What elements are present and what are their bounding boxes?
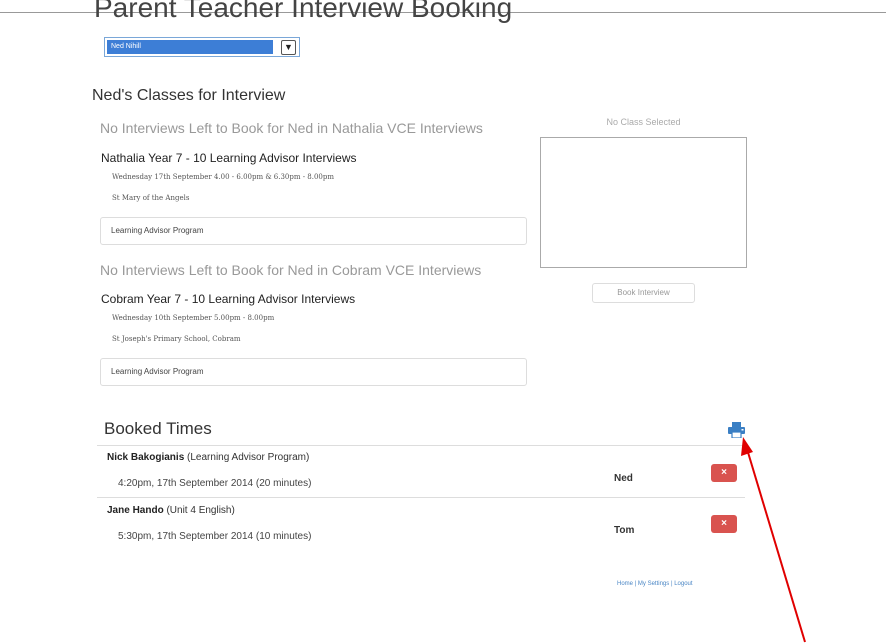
booking-teacher: Nick Bakogianis (Learning Advisor Progra… — [107, 452, 309, 463]
divider — [97, 497, 745, 498]
home-link[interactable]: Home — [617, 581, 633, 587]
teacher-name: Jane Hando — [107, 505, 164, 516]
interview-times-panel[interactable] — [540, 137, 747, 268]
class-title: Cobram Year 7 - 10 Learning Advisor Inte… — [101, 292, 356, 306]
subject-item[interactable]: Learning Advisor Program — [100, 358, 527, 386]
class-title: Nathalia Year 7 - 10 Learning Advisor In… — [101, 151, 357, 165]
delete-booking-button[interactable]: × — [711, 515, 737, 533]
class-date: Wednesday 17th September 4.00 - 6.00pm &… — [112, 173, 334, 181]
booking-child: Ned — [614, 473, 633, 484]
delete-booking-button[interactable]: × — [711, 464, 737, 482]
class-date: Wednesday 10th September 5.00pm - 8.00pm — [112, 314, 275, 322]
logout-link[interactable]: Logout — [674, 581, 692, 587]
booking-subject: (Unit 4 English) — [163, 505, 235, 516]
book-interview-button[interactable]: Book Interview — [592, 283, 695, 303]
no-interviews-notice: No Interviews Left to Book for Ned in Co… — [100, 262, 482, 278]
booking-subject: (Learning Advisor Program) — [184, 452, 310, 463]
class-location: St Mary of the Angels — [112, 194, 190, 202]
footer-links: Home | My Settings | Logout — [617, 581, 693, 587]
no-class-selected-label: No Class Selected — [606, 117, 681, 127]
class-location: St Joseph's Primary School, Cobram — [112, 335, 241, 343]
booked-times-heading: Booked Times — [104, 419, 212, 438]
page-title: Parent Teacher Interview Booking — [94, 0, 513, 23]
printer-icon[interactable] — [728, 422, 745, 438]
divider — [97, 445, 745, 446]
my-settings-link[interactable]: My Settings — [638, 581, 669, 587]
booking-time: 4:20pm, 17th September 2014 (20 minutes) — [118, 478, 312, 489]
booking-teacher: Jane Hando (Unit 4 English) — [107, 505, 235, 516]
student-select-value: Ned Nihill — [107, 40, 273, 54]
teacher-name: Nick Bakogianis — [107, 452, 185, 463]
booking-time: 5:30pm, 17th September 2014 (10 minutes) — [118, 531, 312, 542]
student-select[interactable]: Ned Nihill ▼ — [104, 37, 300, 57]
booking-child: Tom — [614, 525, 635, 536]
chevron-down-icon[interactable]: ▼ — [281, 40, 296, 55]
classes-heading: Ned's Classes for Interview — [92, 87, 286, 104]
no-interviews-notice: No Interviews Left to Book for Ned in Na… — [100, 120, 483, 136]
subject-item[interactable]: Learning Advisor Program — [100, 217, 527, 245]
